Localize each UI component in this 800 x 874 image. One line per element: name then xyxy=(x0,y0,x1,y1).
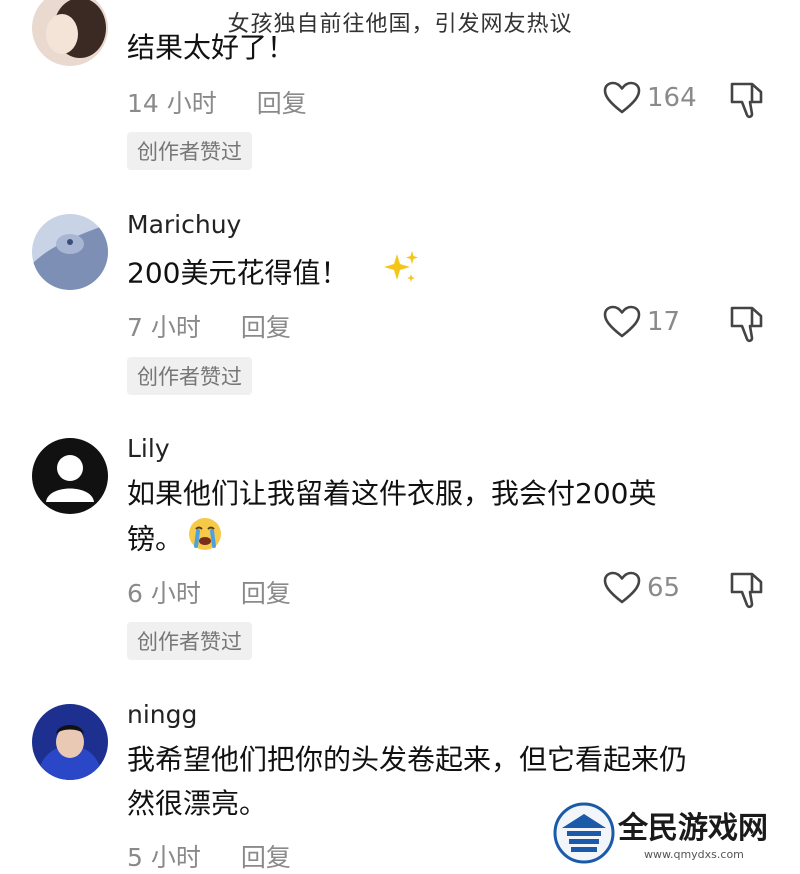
creator-liked-badge: 创作者赞过 xyxy=(127,132,252,170)
comment-text-line-content: 镑。 xyxy=(127,522,184,556)
comment-time: 5 小时 xyxy=(127,843,201,872)
like-button[interactable]: 164 xyxy=(603,81,697,115)
reply-button[interactable]: 回复 xyxy=(257,84,307,120)
watermark-brand: 全民游戏网 xyxy=(617,811,768,846)
creator-liked-badge: 创作者赞过 xyxy=(127,357,252,395)
dislike-button[interactable] xyxy=(728,80,766,124)
heart-icon xyxy=(603,305,641,338)
dislike-button[interactable] xyxy=(728,570,766,614)
thumbs-down-icon xyxy=(730,82,763,119)
comment-username[interactable]: Lily xyxy=(127,434,170,463)
like-count: 164 xyxy=(647,83,697,113)
reply-button[interactable]: 回复 xyxy=(241,838,291,874)
page-title: 女孩独自前往他国，引发网友热议 xyxy=(227,12,573,37)
avatar[interactable] xyxy=(32,704,108,780)
comment-meta: 14 小时 回复 xyxy=(127,84,307,120)
comment-meta: 7 小时 回复 xyxy=(127,308,291,344)
avatar[interactable] xyxy=(32,438,108,514)
comment-time: 7 小时 xyxy=(127,313,201,342)
like-button[interactable]: 65 xyxy=(603,571,680,605)
watermark-url: www.qmydxs.com xyxy=(644,848,744,861)
comment-username[interactable]: Marichuy xyxy=(127,210,241,239)
comment-text-line: 我希望他们把你的头发卷起来，但它看起来仍 xyxy=(127,743,688,776)
creator-liked-badge: 创作者赞过 xyxy=(127,622,252,660)
comment-text-content: 200美元花得值！ xyxy=(127,256,349,290)
comment-time: 14 小时 xyxy=(127,89,217,118)
heart-icon xyxy=(603,81,641,114)
comment-meta: 6 小时 回复 xyxy=(127,574,291,610)
reply-button[interactable]: 回复 xyxy=(241,308,291,344)
comment-text: 如果他们让我留着这件衣服，我会付200英 镑。 xyxy=(127,472,747,565)
thumbs-down-icon xyxy=(730,572,763,609)
sparkles-icon xyxy=(381,248,421,301)
watermark-logo: 全民游戏网 www.qmydxs.com xyxy=(552,800,800,867)
like-count: 65 xyxy=(647,573,681,603)
comment-username[interactable]: ningg xyxy=(127,700,197,729)
crying-face-icon xyxy=(187,516,223,565)
dislike-button[interactable] xyxy=(728,304,766,348)
comment-meta: 5 小时 回复 xyxy=(127,838,291,874)
comment-text: 200美元花得值！ xyxy=(127,248,747,301)
avatar[interactable] xyxy=(32,214,108,290)
like-count: 17 xyxy=(647,307,681,337)
heart-icon xyxy=(603,571,641,604)
thumbs-down-icon xyxy=(730,306,763,343)
comment-time: 6 小时 xyxy=(127,579,201,608)
comment-text-line-2: 镑。 xyxy=(127,516,747,565)
reply-button[interactable]: 回复 xyxy=(241,574,291,610)
like-button[interactable]: 17 xyxy=(603,305,680,339)
comment-text-line: 如果他们让我留着这件衣服，我会付200英 xyxy=(127,477,657,510)
